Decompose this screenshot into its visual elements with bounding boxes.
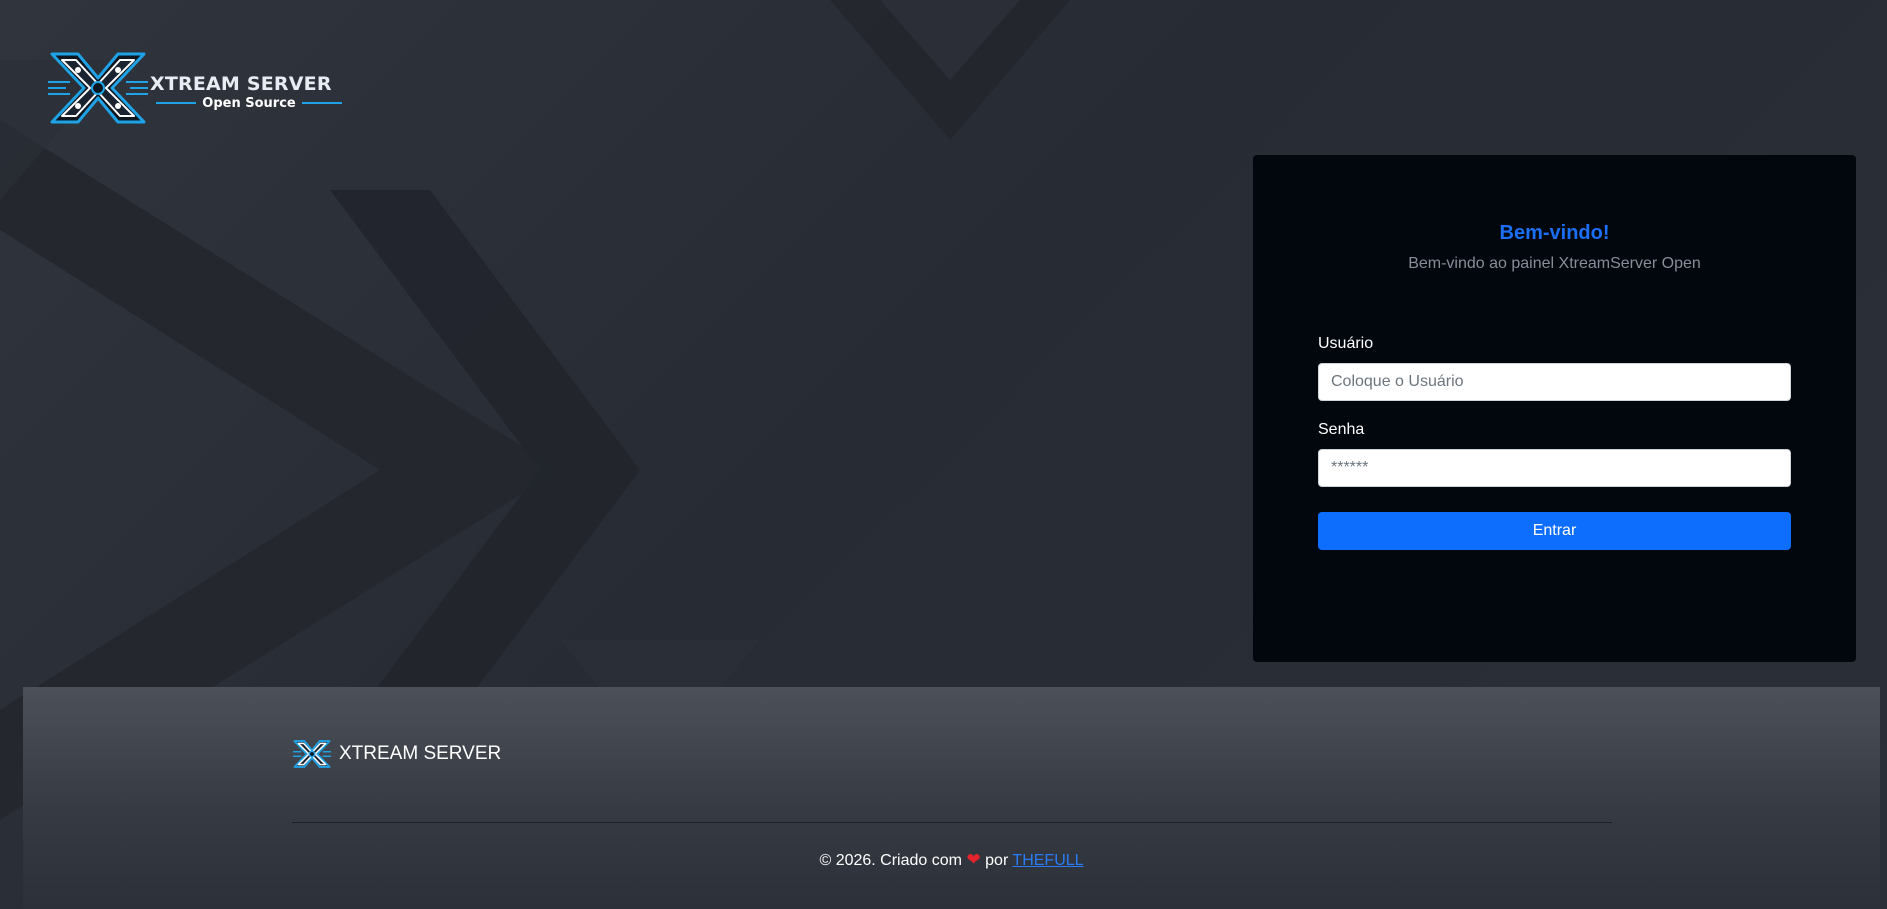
by-text: por	[985, 852, 1009, 869]
author-link[interactable]: THEFULL	[1012, 852, 1083, 869]
logo-subtitle-line-right	[301, 102, 342, 104]
username-label: Usuário	[1318, 335, 1374, 352]
footer: XTREAM SERVER © 2026. Criado com ❤ por T…	[23, 687, 1880, 909]
password-input[interactable]	[1318, 449, 1791, 487]
footer-brand-name: XTREAM SERVER	[339, 743, 502, 764]
logo-subtitle: Open Source	[202, 95, 296, 111]
login-title: Bem-vindo!	[1499, 222, 1610, 244]
heart-icon: ❤	[966, 850, 981, 870]
x-logo-icon	[48, 52, 148, 124]
login-card: Bem-vindo! Bem-vindo ao painel XtreamSer…	[1253, 155, 1856, 662]
x-logo-small-icon	[293, 740, 331, 768]
copyright-text: © 2026. Criado com	[819, 852, 962, 869]
logo-title: XTREAM SERVER	[150, 73, 332, 95]
username-input[interactable]	[1318, 363, 1791, 401]
footer-divider	[292, 822, 1612, 823]
password-label: Senha	[1318, 421, 1365, 438]
footer-copyright: © 2026. Criado com ❤ por THEFULL	[23, 850, 1880, 870]
footer-brand[interactable]: XTREAM SERVER	[293, 739, 501, 769]
login-subtitle: Bem-vindo ao painel XtreamServer Open	[1408, 255, 1701, 272]
logo-subtitle-row: Open Source	[156, 94, 342, 112]
login-button[interactable]: Entrar	[1318, 512, 1791, 550]
brand-logo[interactable]: XTREAM SERVER Open Source	[48, 52, 342, 124]
logo-subtitle-line-left	[156, 102, 197, 104]
